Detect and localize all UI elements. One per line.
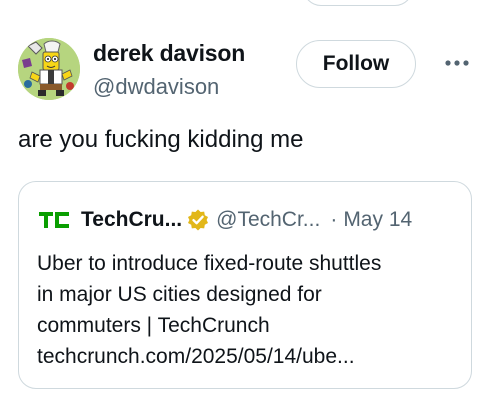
ellipsis-icon (445, 60, 469, 66)
quoted-post-header: TechCru... @TechCr... · May 14 (39, 206, 457, 234)
previous-button-fragment[interactable] (303, 0, 413, 6)
gold-verified-badge-icon (188, 209, 209, 231)
cartoon-avatar-icon (18, 38, 80, 100)
post-text: are you fucking kidding me (18, 126, 304, 153)
quoted-body-line: commuters | TechCrunch (37, 314, 270, 337)
techcrunch-logo-icon[interactable] (39, 210, 71, 230)
avatar[interactable] (18, 38, 80, 100)
quoted-body-line: Uber to introduce fixed-route shuttles (37, 252, 382, 275)
quoted-post-date[interactable]: May 14 (343, 208, 412, 232)
quoted-body-line: in major US cities designed for (37, 283, 322, 306)
quoted-post-body: Uber to introduce fixed-route shuttles i… (37, 248, 457, 372)
post-container: derek davison @dwdavison Follow are you … (0, 0, 490, 400)
more-options-button[interactable] (440, 50, 474, 76)
quoted-author-handle[interactable]: @TechCr... (216, 208, 320, 232)
follow-button-label: Follow (322, 52, 390, 75)
header-separator: · (330, 208, 338, 231)
quoted-author-name[interactable]: TechCru... (81, 208, 182, 232)
author-handle[interactable]: @dwdavison (93, 74, 219, 100)
follow-button[interactable]: Follow (296, 40, 416, 88)
quoted-post-card[interactable]: TechCru... @TechCr... · May 14 Uber to i… (18, 181, 472, 389)
author-display-name[interactable]: derek davison (93, 40, 245, 67)
quoted-body-link[interactable]: techcrunch.com/2025/05/14/ube... (37, 341, 457, 372)
